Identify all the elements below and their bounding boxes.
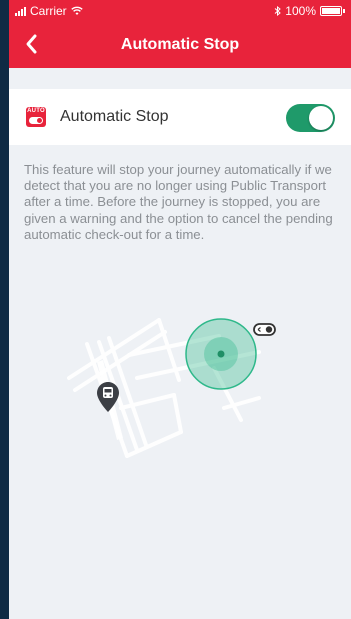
carrier-label: Carrier (30, 4, 67, 18)
auto-stop-icon: AUTO (26, 107, 46, 127)
geofence-illustration (67, 318, 276, 458)
automatic-stop-label: Automatic Stop (60, 108, 169, 125)
toggle-badge-icon (253, 323, 276, 336)
automatic-stop-setting-row: AUTO Automatic Stop (9, 89, 351, 145)
battery-icon (320, 6, 342, 16)
train-location-pin-icon (97, 382, 119, 412)
geofence-zone (185, 318, 257, 390)
toggle-knob (309, 106, 333, 130)
battery-tip (343, 9, 345, 13)
battery-percent: 100% (285, 4, 316, 18)
page-title: Automatic Stop (120, 36, 240, 53)
app-screen: Carrier 100% Automatic Stop AUTO Automat… (9, 0, 351, 619)
status-bar: Carrier 100% (9, 0, 351, 22)
auto-icon-toggle-glyph (29, 117, 43, 124)
signal-icon (15, 6, 26, 16)
automatic-stop-toggle[interactable] (286, 104, 335, 132)
feature-description: This feature will stop your journey auto… (24, 162, 333, 242)
navigation-bar: Automatic Stop (9, 22, 351, 68)
bluetooth-icon (274, 6, 282, 16)
status-left: Carrier (15, 4, 83, 18)
status-right: 100% (274, 4, 345, 18)
wifi-icon (70, 6, 83, 15)
auto-icon-label: AUTO (27, 108, 45, 114)
